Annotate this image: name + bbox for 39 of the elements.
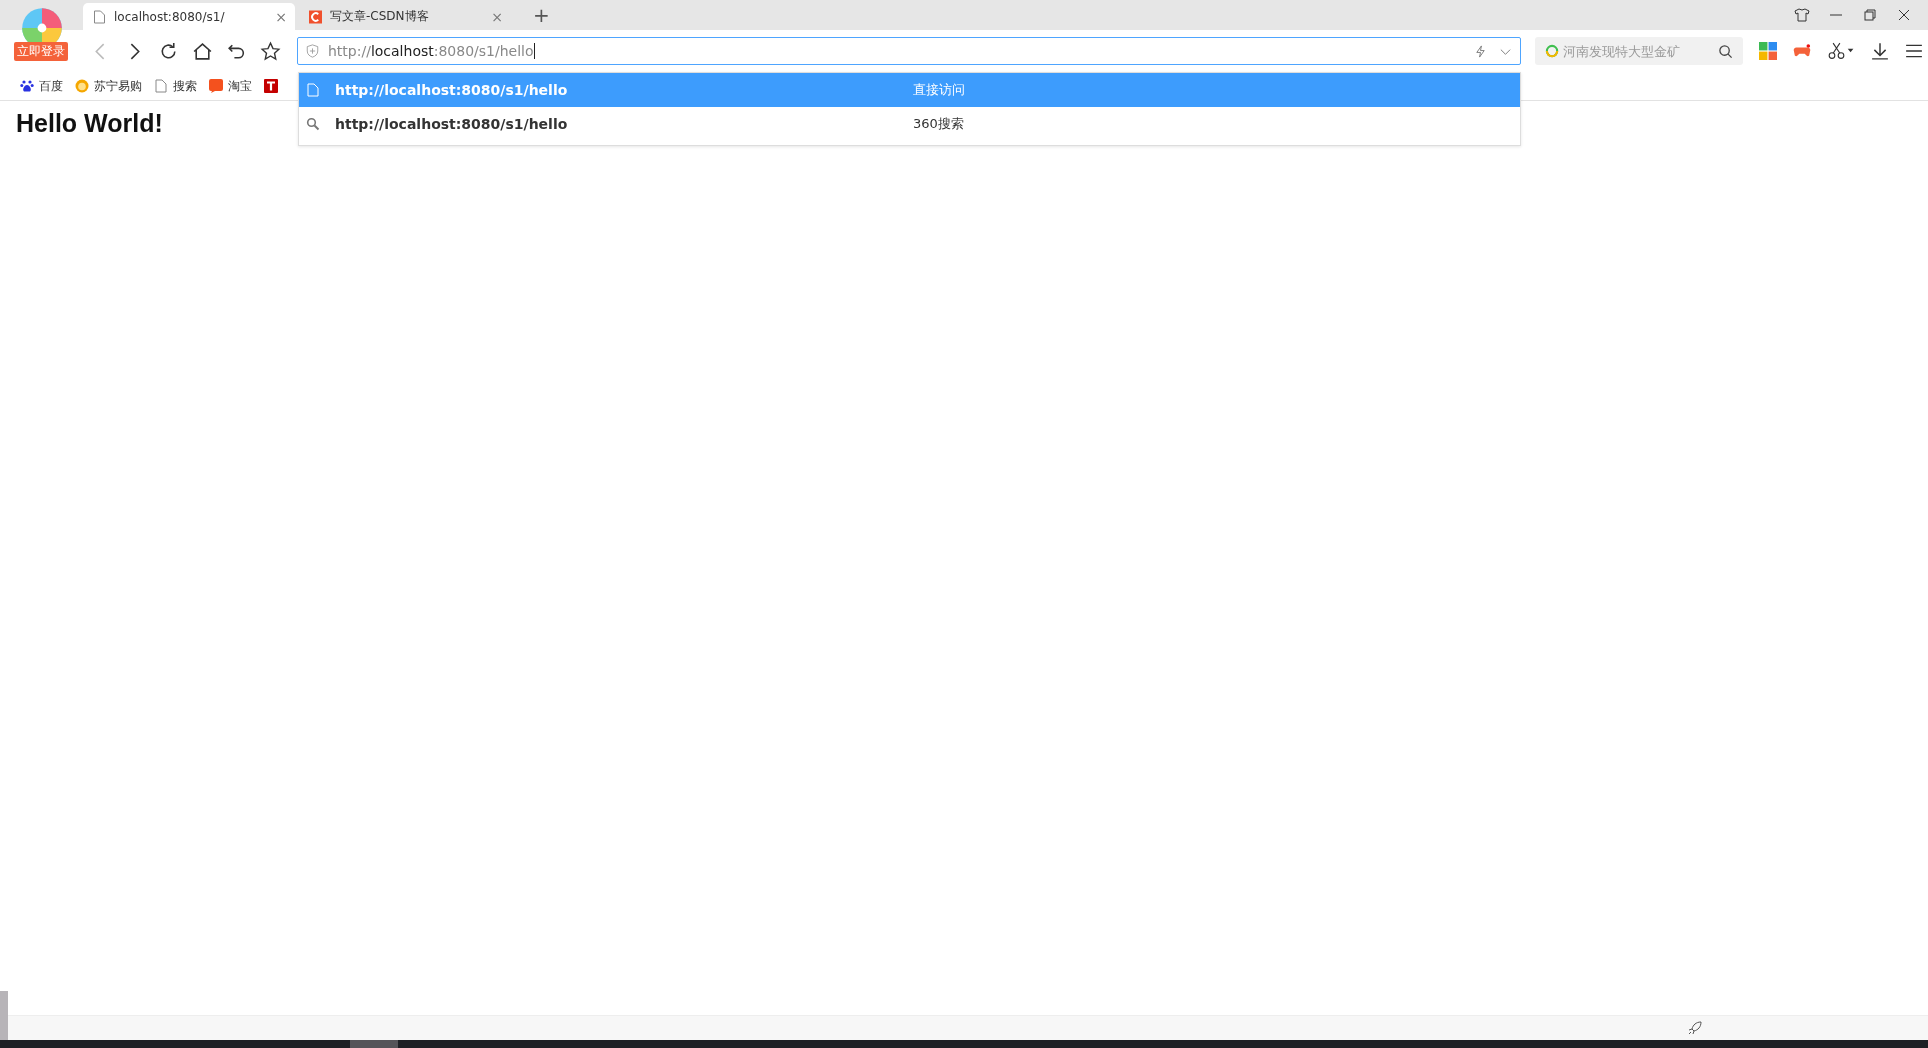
address-field[interactable]: http://localhost:8080/s1/hello: [297, 37, 1521, 65]
close-tab-button[interactable]: ×: [275, 8, 287, 25]
bookmark-link[interactable]: 苏宁易购: [94, 77, 142, 95]
reload-icon[interactable]: [158, 40, 179, 62]
lightning-icon[interactable]: [1474, 44, 1487, 58]
window-edge: [0, 991, 8, 1040]
download-icon[interactable]: [1871, 42, 1889, 60]
search-icon[interactable]: [1718, 44, 1733, 59]
close-tab-button[interactable]: ×: [491, 8, 503, 25]
suggestion-action: 360搜索: [913, 115, 964, 133]
bookmark-link[interactable]: 搜索: [173, 77, 197, 95]
shirt-icon[interactable]: [1794, 7, 1810, 23]
page-icon: [306, 83, 320, 97]
restore-icon[interactable]: [1862, 7, 1878, 23]
c-logo-icon: [309, 9, 322, 24]
suggestion-action: 直接访问: [913, 81, 965, 99]
paw-icon[interactable]: [20, 79, 34, 93]
rocket-icon[interactable]: [1688, 1021, 1702, 1035]
new-tab-button[interactable]: +: [533, 3, 550, 27]
scissors-icon[interactable]: [1827, 42, 1855, 60]
browser-tab[interactable]: 写文章-CSDN博客 ×: [299, 3, 511, 30]
bookmark-link[interactable]: 淘宝: [228, 77, 252, 95]
url-text: http://localhost:8080/s1/hello: [328, 43, 534, 59]
suggestion-item[interactable]: http://localhost:8080/s1/hello 360搜索: [299, 107, 1520, 141]
shield-icon: [306, 44, 319, 58]
suggestion-url: http://localhost:8080/s1/hello: [335, 116, 569, 132]
close-icon[interactable]: [1896, 7, 1912, 23]
t-logo-icon[interactable]: [264, 79, 278, 93]
star-icon[interactable]: [260, 40, 281, 62]
browser-tab[interactable]: localhost:8080/s1/ ×: [83, 3, 295, 30]
page-icon: [93, 9, 106, 24]
suggestion-url: http://localhost:8080/s1/hello: [335, 82, 569, 98]
search-icon: [306, 117, 320, 131]
menu-icon[interactable]: [1905, 42, 1923, 60]
search-field[interactable]: 河南发现特大型金矿: [1535, 37, 1743, 65]
page-heading: Hello World!: [16, 109, 163, 138]
apps-grid-icon[interactable]: [1759, 42, 1777, 60]
bookmark-link[interactable]: 百度: [39, 77, 63, 95]
home-icon[interactable]: [192, 40, 213, 62]
